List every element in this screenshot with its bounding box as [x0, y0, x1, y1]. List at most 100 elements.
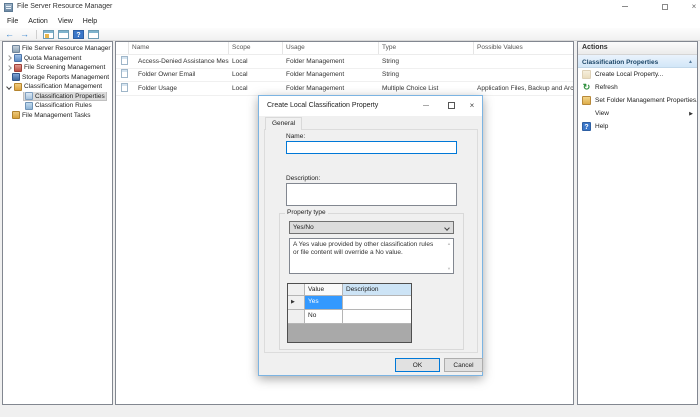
name-input[interactable]: [286, 141, 457, 154]
create-local-classification-property-dialog: Create Local Classification Property × G…: [258, 95, 483, 376]
actions-header: Actions: [578, 42, 697, 55]
action-label: Refresh: [595, 84, 618, 91]
dialog-maximize-button[interactable]: [445, 101, 457, 111]
grid-column-value[interactable]: Value: [305, 284, 343, 296]
column-header-type[interactable]: Type: [379, 42, 474, 54]
actions-panel: Actions Classification Properties ▲ Crea…: [577, 41, 698, 405]
export-list-icon[interactable]: [43, 30, 54, 39]
tree-item-file-management-tasks[interactable]: File Management Tasks: [3, 111, 112, 121]
tree-item-classification-management[interactable]: Classification Management: [3, 82, 112, 92]
menu-view[interactable]: View: [53, 18, 78, 25]
toolbar: ← → ?: [0, 28, 700, 41]
action-pane-icon[interactable]: [88, 30, 99, 39]
collapse-section-icon[interactable]: ▲: [688, 59, 693, 65]
tree-item-quota-management[interactable]: Quota Management: [3, 54, 112, 64]
tab-general[interactable]: General: [265, 117, 302, 130]
app-icon: [4, 3, 13, 12]
dialog-minimize-button[interactable]: [419, 101, 433, 111]
no-icon-spacer: [582, 109, 591, 118]
list-row-folder-usage[interactable]: Folder Usage Local Folder Management Mul…: [116, 82, 573, 96]
cell-name: Folder Owner Email: [129, 71, 229, 78]
dialog-title: Create Local Classification Property: [267, 102, 378, 109]
grid-cell-value[interactable]: Yes: [305, 296, 343, 310]
scroll-up-icon[interactable]: ▲: [447, 241, 451, 246]
description-input[interactable]: [286, 183, 457, 206]
cell-usage: Folder Management: [283, 85, 379, 92]
back-button[interactable]: ←: [4, 29, 15, 39]
console-tree-icon[interactable]: [58, 30, 69, 39]
chevron-expanded-icon[interactable]: [6, 84, 12, 90]
menu-bar: File Action View Help: [0, 15, 700, 28]
tree-item-file-screening-management[interactable]: File Screening Management: [3, 63, 112, 73]
file-screening-icon: [14, 64, 22, 72]
name-label: Name:: [286, 133, 305, 140]
cell-scope: Local: [229, 71, 283, 78]
tree-item-root[interactable]: File Server Resource Manager (Local): [3, 44, 112, 54]
values-grid: Value Description ▶ Yes No: [287, 283, 412, 343]
grid-row-header[interactable]: [288, 310, 305, 324]
chevron-down-icon: [444, 225, 450, 231]
storage-reports-icon: [12, 73, 20, 81]
window-minimize-button[interactable]: [615, 0, 635, 14]
classification-management-icon: [14, 83, 22, 91]
actions-section-title: Classification Properties: [582, 59, 658, 66]
ok-button[interactable]: OK: [395, 358, 440, 372]
list-row-access-denied-assistance-message[interactable]: Access-Denied Assistance Message Local F…: [116, 55, 573, 69]
action-label: View: [595, 110, 609, 117]
action-help[interactable]: ? Help: [578, 120, 697, 133]
action-refresh[interactable]: ↻ Refresh: [578, 81, 697, 94]
cell-scope: Local: [229, 85, 283, 92]
property-type-select[interactable]: Yes/No: [289, 221, 454, 234]
grid-row-header[interactable]: ▶: [288, 296, 305, 310]
toolbar-separator: [36, 30, 37, 39]
tree-item-storage-reports-management[interactable]: Storage Reports Management: [3, 73, 112, 83]
grid-column-description[interactable]: Description: [343, 284, 411, 296]
action-view[interactable]: View ▶: [578, 107, 697, 120]
cancel-button[interactable]: Cancel: [444, 358, 483, 372]
window-close-button[interactable]: ×: [684, 0, 700, 14]
cell-possible-values: Application Files, Backup and Arch...: [474, 85, 573, 92]
menu-help[interactable]: Help: [78, 18, 102, 25]
cell-type: Multiple Choice List: [379, 85, 474, 92]
column-header-possible-values[interactable]: Possible Values: [474, 42, 573, 54]
menu-action[interactable]: Action: [23, 18, 52, 25]
grid-cell-description[interactable]: [343, 310, 411, 324]
list-row-folder-owner-email[interactable]: Folder Owner Email Local Folder Manageme…: [116, 69, 573, 83]
tree-item-classification-rules[interactable]: Classification Rules: [3, 101, 112, 111]
tree-item-label: Classification Management: [24, 83, 102, 90]
description-label: Description:: [286, 175, 320, 182]
action-set-folder-management-properties[interactable]: Set Folder Management Properties...: [578, 94, 697, 107]
property-type-label: Property type: [285, 209, 328, 216]
dialog-close-button[interactable]: ×: [465, 101, 479, 111]
column-header-name[interactable]: Name: [129, 42, 229, 54]
actions-section-header[interactable]: Classification Properties ▲: [578, 55, 697, 68]
window-maximize-button[interactable]: [655, 0, 675, 14]
cell-usage: Folder Management: [283, 58, 379, 65]
cell-type: String: [379, 58, 474, 65]
column-header-icon[interactable]: [116, 42, 129, 54]
tree-item-label: File Screening Management: [24, 64, 105, 71]
column-header-scope[interactable]: Scope: [229, 42, 283, 54]
chevron-collapsed-icon[interactable]: [6, 65, 12, 71]
action-label: Set Folder Management Properties...: [595, 97, 697, 104]
grid-cell-value[interactable]: No: [305, 310, 343, 324]
type-description-box: A Yes value provided by other classifica…: [289, 238, 454, 274]
tree-item-label: Classification Rules: [35, 102, 92, 109]
tree-item-label: Storage Reports Management: [22, 74, 109, 81]
tree-item-label: File Management Tasks: [22, 112, 91, 119]
list-header: Name Scope Usage Type Possible Values: [116, 42, 573, 55]
action-label: Create Local Property...: [595, 71, 663, 78]
help-toolbar-icon[interactable]: ?: [73, 30, 84, 39]
scroll-down-icon[interactable]: ▼: [447, 266, 451, 271]
type-description-text: A Yes value provided by other classifica…: [293, 241, 439, 257]
chevron-collapsed-icon[interactable]: [6, 55, 12, 61]
column-header-usage[interactable]: Usage: [283, 42, 379, 54]
grid-cell-description[interactable]: [343, 296, 411, 310]
menu-file[interactable]: File: [2, 18, 23, 25]
action-create-local-property[interactable]: Create Local Property...: [578, 68, 697, 81]
forward-button[interactable]: →: [19, 29, 30, 39]
cell-name: Access-Denied Assistance Message: [129, 58, 229, 65]
tree-item-classification-properties[interactable]: Classification Properties: [3, 92, 112, 102]
grid-header-row: Value Description: [288, 284, 411, 296]
folder-properties-icon: [582, 96, 591, 105]
